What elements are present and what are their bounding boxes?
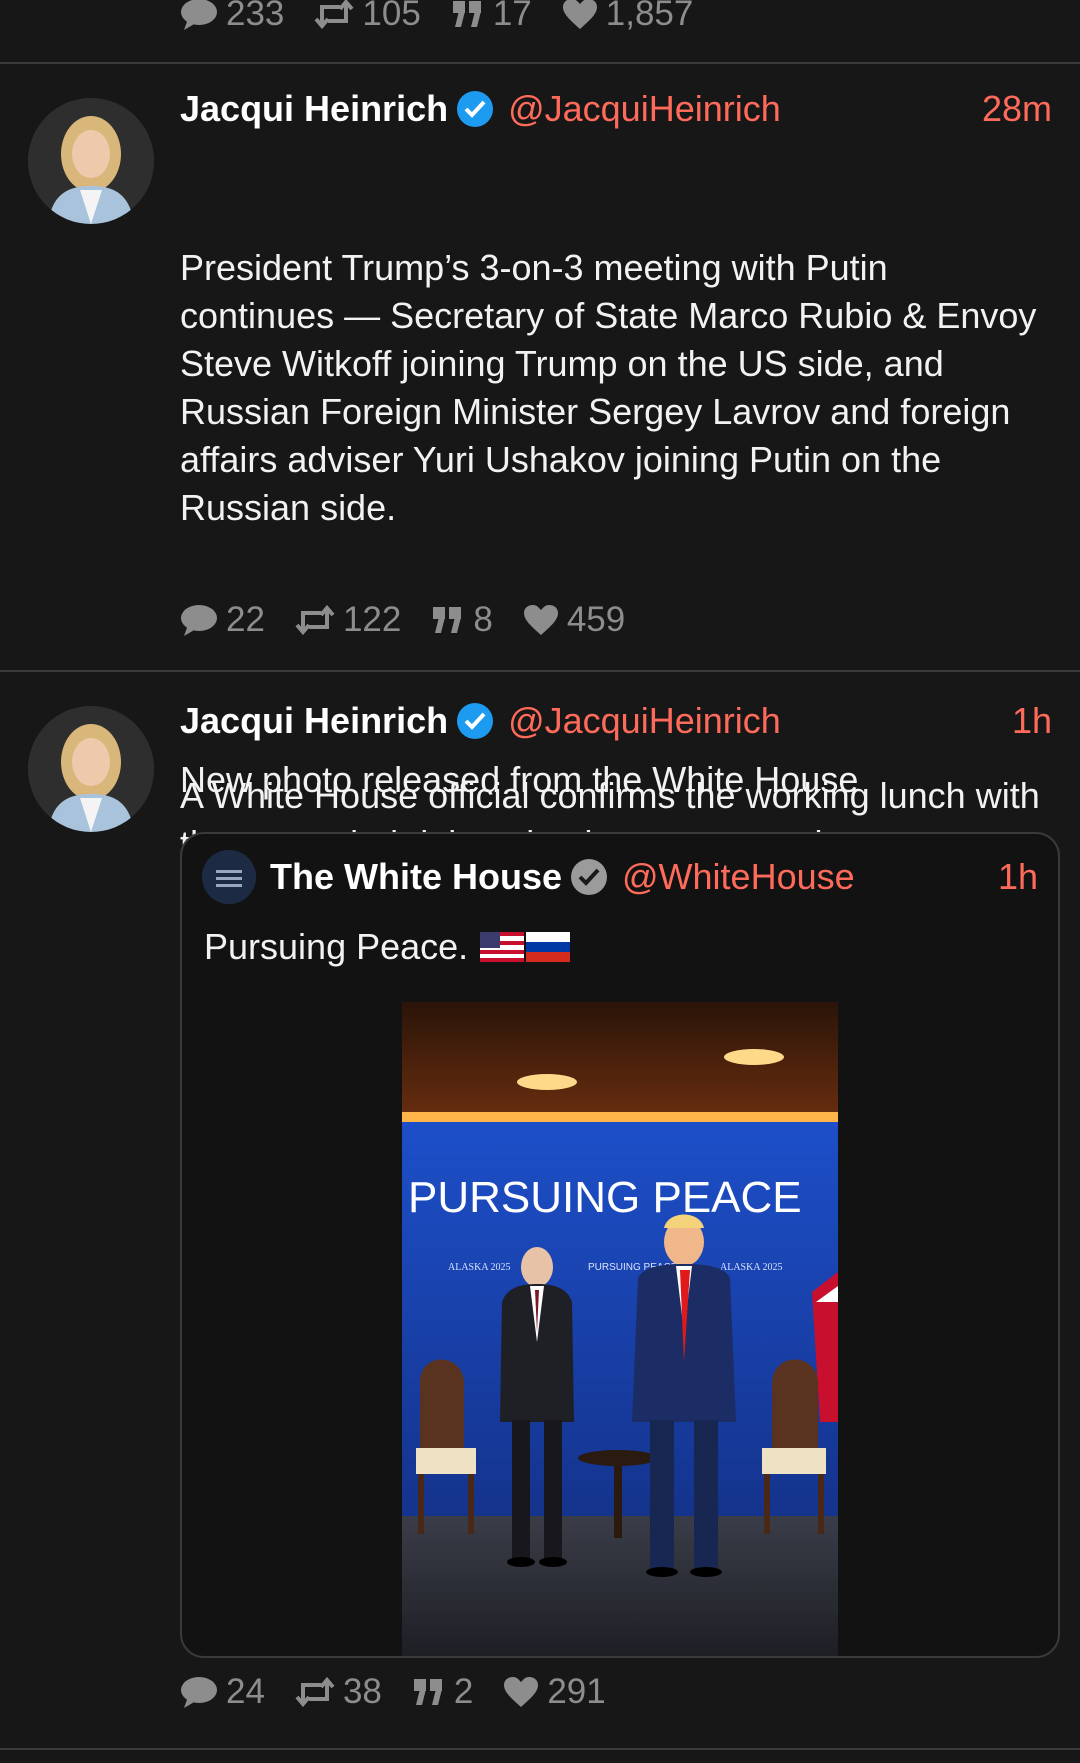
retweet-count: 122 — [342, 600, 402, 639]
retweet-button[interactable]: 38 — [295, 1672, 382, 1712]
verified-badge-icon — [457, 91, 494, 127]
quoted-photo[interactable]: PURSUING PEACE ALASKA 2025 PURSUING PEAC… — [402, 1002, 838, 1656]
tweet-header: Jacqui Heinrich @JacquiHeinrich 28m — [180, 84, 1052, 134]
quote-icon — [413, 1679, 442, 1705]
tweet-time[interactable]: 28m — [982, 88, 1052, 130]
like-count: 291 — [547, 1672, 606, 1711]
avatar-image — [28, 706, 154, 832]
avatar[interactable] — [28, 706, 154, 832]
prev-tweet-stats: 233 105 17 1,857 — [180, 0, 723, 34]
like-button[interactable]: 291 — [503, 1672, 606, 1712]
quoted-tweet[interactable]: The White House @WhiteHouse 1h Pursuing … — [180, 832, 1060, 1658]
quoted-tweet-text: Pursuing Peace. — [204, 926, 571, 968]
tweet-jacqui-1[interactable]: Jacqui Heinrich @JacquiHeinrich 28m Pres… — [0, 64, 1080, 864]
verified-badge-icon — [457, 703, 494, 739]
retweet-count: 105 — [362, 0, 421, 33]
reply-count: 233 — [226, 0, 285, 33]
divider — [0, 1748, 1080, 1750]
russia-flag-icon — [526, 932, 571, 962]
retweet-button[interactable]: 122 — [295, 600, 401, 640]
retweet-count: 38 — [342, 1672, 382, 1711]
quote-button[interactable]: 2 — [412, 1672, 473, 1712]
tweet-stats: 24 38 2 291 — [180, 1672, 636, 1712]
tweet-jacqui-2[interactable]: Jacqui Heinrich @JacquiHeinrich 1h New p… — [0, 672, 1080, 1748]
quote-count: 2 — [453, 1672, 474, 1711]
quoted-author-name[interactable]: The White House — [270, 856, 562, 898]
photo-label-right: ALASKA 2025 — [720, 1262, 783, 1273]
comment-icon — [181, 605, 217, 636]
like-button[interactable]: 1,857 — [562, 0, 694, 34]
author-handle[interactable]: @JacquiHeinrich — [508, 700, 781, 742]
quoted-author-handle[interactable]: @WhiteHouse — [622, 856, 855, 898]
verified-gray-badge-icon — [571, 859, 608, 895]
whitehouse-avatar[interactable] — [202, 850, 256, 904]
author-name[interactable]: Jacqui Heinrich — [180, 700, 448, 742]
quote-icon — [452, 1, 481, 27]
reply-button[interactable]: 22 — [180, 600, 265, 640]
photo-image: PURSUING PEACE ALASKA 2025 PURSUING PEAC… — [402, 1002, 838, 1656]
tweet-header: Jacqui Heinrich @JacquiHeinrich 1h — [180, 696, 1052, 746]
tweet-paragraph-1: President Trump’s 3-on-3 meeting with Pu… — [180, 247, 1047, 528]
quote-icon — [433, 607, 462, 633]
heart-icon — [504, 1677, 539, 1707]
quoted-tweet-header: The White House @WhiteHouse 1h — [270, 850, 1038, 904]
quote-count: 8 — [473, 600, 493, 639]
avatar[interactable] — [28, 98, 154, 224]
photo-backdrop-text: PURSUING PEACE — [408, 1173, 802, 1222]
retweet-icon — [295, 605, 335, 635]
quoted-text: Pursuing Peace. — [204, 926, 469, 967]
reply-count: 22 — [226, 600, 265, 639]
retweet-icon — [295, 1677, 335, 1707]
reply-button[interactable]: 24 — [180, 1672, 265, 1712]
avatar-image — [28, 98, 154, 224]
like-button[interactable]: 459 — [523, 600, 625, 640]
whitehouse-logo-icon — [202, 850, 256, 904]
heart-icon — [523, 605, 558, 635]
author-name[interactable]: Jacqui Heinrich — [180, 88, 448, 130]
quote-count: 17 — [492, 0, 532, 33]
tweet-time[interactable]: 1h — [1012, 700, 1052, 742]
quote-button[interactable]: 8 — [431, 600, 493, 640]
tweet-text: New photo released from the White House — [180, 759, 859, 800]
tweet-stats: 22 122 8 459 — [180, 600, 655, 640]
reply-button[interactable]: 233 — [180, 0, 284, 34]
retweet-icon — [314, 0, 354, 29]
reply-count: 24 — [226, 1672, 265, 1711]
us-flag-icon — [480, 932, 525, 962]
comment-icon — [181, 0, 217, 30]
photo-label-left: ALASKA 2025 — [448, 1262, 511, 1273]
retweet-button[interactable]: 105 — [314, 0, 421, 34]
like-count: 1,857 — [605, 0, 694, 33]
heart-icon — [562, 0, 597, 29]
comment-icon — [181, 1677, 217, 1708]
author-handle[interactable]: @JacquiHeinrich — [508, 88, 781, 130]
like-count: 459 — [566, 600, 626, 639]
quoted-tweet-time[interactable]: 1h — [998, 856, 1038, 898]
quote-button[interactable]: 17 — [451, 0, 532, 34]
